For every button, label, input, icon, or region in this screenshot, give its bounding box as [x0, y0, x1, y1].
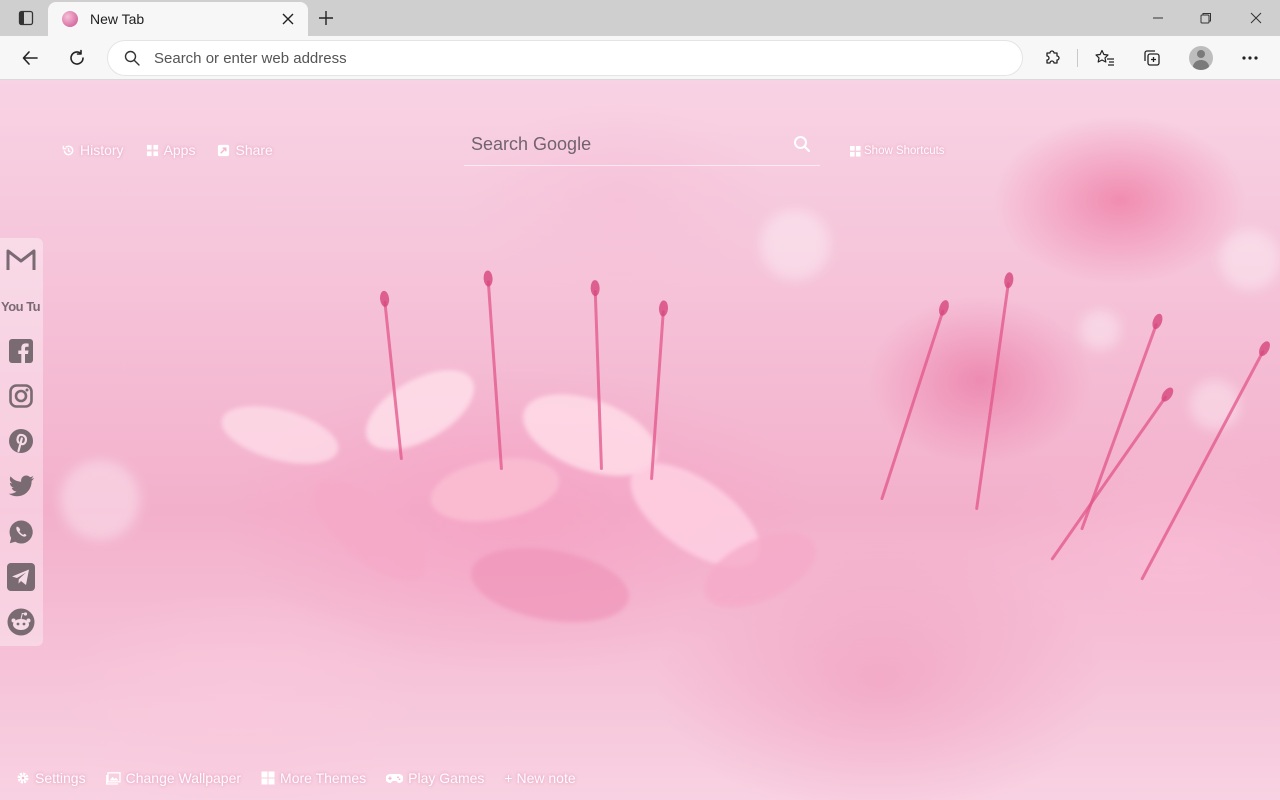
- history-link[interactable]: History: [62, 142, 124, 158]
- apps-grid-icon: [146, 144, 158, 156]
- new-tab-page: History Apps Share Search Google Show Sh…: [0, 80, 1280, 800]
- apps-label: Apps: [163, 142, 196, 158]
- instagram-link[interactable]: [5, 380, 37, 412]
- close-icon: [282, 13, 294, 25]
- search-icon: [124, 50, 140, 66]
- title-bar: New Tab: [0, 0, 1280, 36]
- collections-icon: [1144, 50, 1160, 66]
- restore-icon: [1200, 13, 1211, 24]
- reddit-link[interactable]: [5, 606, 37, 638]
- svg-text:You Tube: You Tube: [1, 299, 41, 314]
- tab-actions-icon: [18, 10, 34, 26]
- tab-actions-button[interactable]: [12, 6, 40, 30]
- settings-label: Settings: [35, 770, 86, 786]
- more-button[interactable]: [1234, 43, 1266, 73]
- top-links: History Apps Share: [62, 142, 273, 158]
- new-note-label: + New note: [504, 770, 576, 786]
- new-tab-button[interactable]: [312, 5, 340, 31]
- gamepad-icon: [386, 773, 404, 783]
- grid-icon: [850, 145, 861, 157]
- share-label: Share: [235, 142, 273, 158]
- youtube-link[interactable]: You Tube: [1, 290, 41, 322]
- apps-link[interactable]: Apps: [146, 142, 196, 158]
- change-wallpaper-label: Change Wallpaper: [125, 770, 242, 786]
- history-icon: [62, 145, 74, 155]
- whatsapp-link[interactable]: [5, 516, 37, 548]
- back-button[interactable]: [14, 43, 46, 73]
- change-wallpaper-link[interactable]: Change Wallpaper: [105, 770, 242, 786]
- close-icon: [1250, 12, 1262, 24]
- show-shortcuts-button[interactable]: Show Shortcuts: [850, 145, 945, 157]
- plus-icon: [319, 11, 333, 25]
- extensions-button[interactable]: [1036, 43, 1068, 73]
- settings-link[interactable]: Settings: [16, 770, 86, 786]
- new-note-link[interactable]: + New note: [504, 770, 575, 786]
- play-games-label: Play Games: [408, 770, 485, 786]
- youtube-icon: You Tube: [1, 299, 41, 314]
- gmail-icon: [6, 249, 36, 270]
- telegram-icon: [7, 563, 35, 591]
- telegram-link[interactable]: [5, 561, 37, 593]
- pinterest-link[interactable]: [5, 425, 37, 457]
- profile-button[interactable]: [1185, 43, 1217, 73]
- minimize-icon: [1153, 17, 1163, 19]
- pinterest-icon: [9, 429, 33, 453]
- history-label: History: [80, 142, 124, 158]
- gmail-link[interactable]: [5, 244, 37, 276]
- address-bar[interactable]: [108, 41, 1022, 75]
- favorites-button[interactable]: [1089, 43, 1121, 73]
- search-icon: [794, 136, 811, 153]
- restore-button[interactable]: [1182, 0, 1230, 36]
- instagram-icon: [9, 384, 33, 408]
- tab-title: New Tab: [90, 11, 145, 27]
- reload-icon: [70, 49, 84, 65]
- close-window-button[interactable]: [1232, 0, 1280, 36]
- whatsapp-icon: [9, 520, 33, 544]
- star-list-icon: [1095, 49, 1114, 66]
- show-shortcuts-label: Show Shortcuts: [864, 145, 945, 157]
- arrow-left-icon: [22, 51, 38, 65]
- address-input[interactable]: [154, 49, 974, 67]
- more-themes-link[interactable]: More Themes: [261, 770, 366, 786]
- grid-icon: [261, 771, 275, 785]
- minimize-button[interactable]: [1134, 0, 1182, 36]
- avatar-icon: [1189, 46, 1213, 70]
- collections-button[interactable]: [1136, 43, 1168, 73]
- twitter-link[interactable]: [5, 471, 37, 503]
- social-sidebar: You Tube: [0, 238, 43, 646]
- close-tab-button[interactable]: [278, 9, 298, 29]
- toolbar-divider: [1077, 49, 1078, 67]
- facebook-icon: [9, 339, 33, 363]
- play-games-link[interactable]: Play Games: [386, 770, 484, 786]
- gear-icon: [17, 772, 29, 784]
- bottom-bar: Settings Change Wallpaper More Themes Pl…: [16, 770, 576, 786]
- browser-toolbar: [0, 36, 1280, 80]
- share-link[interactable]: Share: [217, 142, 273, 158]
- google-search-button[interactable]: [790, 132, 814, 156]
- reddit-icon: [7, 608, 35, 636]
- google-search-input[interactable]: [464, 134, 774, 155]
- tab-new-tab[interactable]: New Tab: [48, 2, 308, 36]
- image-icon: [105, 771, 121, 785]
- more-themes-label: More Themes: [280, 770, 367, 786]
- twitter-icon: [8, 475, 35, 497]
- reload-button[interactable]: [61, 43, 93, 73]
- pink-flower-favicon: [62, 11, 78, 27]
- more-dots-icon: [1242, 56, 1258, 60]
- puzzle-icon: [1046, 50, 1060, 64]
- google-search-box[interactable]: [464, 124, 820, 166]
- share-icon: [218, 144, 230, 156]
- facebook-link[interactable]: [5, 335, 37, 367]
